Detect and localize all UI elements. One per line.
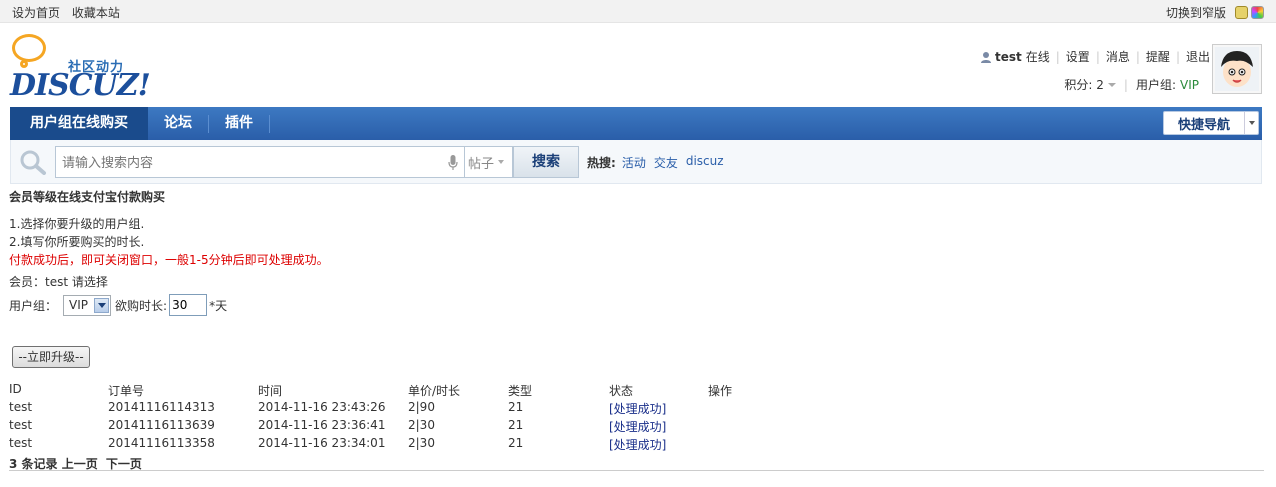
hot-term-link[interactable]: discuz [686, 154, 724, 171]
payment-warning: 付款成功后，即可关闭窗口，一般1-5分钟后即可处理成功。 [9, 253, 329, 267]
order-number: 20141116114313 [108, 400, 215, 414]
upgrade-button[interactable]: --立即升级-- [12, 346, 90, 368]
header: 社区动力 DISCUZ! test 在线 | 设置 | 消息 | 提醒 | 退出… [0, 24, 1276, 106]
column-header: 状态 [609, 384, 634, 398]
chevron-down-icon[interactable] [1244, 112, 1258, 134]
next-page-link[interactable]: 下一页 [106, 457, 142, 471]
page-title: 会员等级在线支付宝付款购买 [9, 190, 166, 204]
separator: | [1175, 49, 1180, 64]
hot-term-link[interactable]: 交友 [654, 154, 678, 171]
quick-nav-label: 快捷导航 [1177, 117, 1230, 133]
separator: | [1055, 49, 1060, 64]
order-status-link[interactable]: [处理成功] [609, 436, 666, 453]
duration-unit: *天 [209, 298, 228, 313]
avatar[interactable] [1212, 44, 1262, 94]
order-type: 21 [508, 418, 524, 432]
column-header: 操作 [708, 384, 733, 398]
search-icon [20, 150, 46, 175]
logo-bubble-icon [12, 34, 46, 62]
order-price: 2|30 [408, 436, 435, 450]
glasses-icon[interactable] [1235, 6, 1248, 19]
top-links: 设为首页 收藏本站 [12, 4, 128, 21]
record-count: 3 条记录 [9, 457, 58, 471]
footer-divider [9, 470, 1264, 471]
chevron-down-icon[interactable] [1107, 82, 1116, 87]
hot-search-label: 热搜: [587, 156, 616, 170]
order-status-link[interactable]: [处理成功] [609, 418, 666, 435]
member-line: 会员：test 请选择 [9, 275, 108, 289]
color-theme-icon[interactable] [1251, 6, 1264, 19]
column-header: 单价/时长 [408, 384, 461, 398]
discuz-logo[interactable]: 社区动力 DISCUZ! [10, 34, 151, 103]
column-header: ID [9, 382, 22, 396]
top-right: 切换到窄版 [1166, 4, 1264, 21]
user-bar: test 在线 | 设置 | 消息 | 提醒 | 退出 [980, 48, 1210, 65]
user-group-label: 用户组: [1135, 78, 1177, 92]
separator: | [1095, 49, 1100, 64]
column-header: 类型 [508, 384, 533, 398]
prev-page-link[interactable]: 上一页 [62, 457, 98, 471]
order-time: 2014-11-16 23:43:26 [258, 400, 386, 414]
order-price: 2|30 [408, 418, 435, 432]
chevron-down-icon [498, 160, 505, 164]
order-number: 20141116113639 [108, 418, 215, 432]
credits-dropdown[interactable]: 积分: 2 [1064, 76, 1104, 93]
avatar-face-icon [1215, 47, 1259, 91]
instruction-step-2: 2.填写你所要购买的时长. [9, 235, 145, 249]
set-home-link[interactable]: 设为首页 [12, 6, 60, 20]
username-link[interactable]: test [995, 50, 1022, 64]
messages-link[interactable]: 消息 [1106, 48, 1130, 65]
order-id: test [9, 436, 33, 450]
hot-term-link[interactable]: 活动 [622, 154, 646, 171]
quick-nav-button[interactable]: 快捷导航 [1163, 111, 1259, 135]
hot-search: 热搜: 活动 交友 discuz [587, 154, 732, 171]
top-bar: 设为首页 收藏本站 切换到窄版 [0, 0, 1276, 23]
nav-divider [269, 115, 270, 133]
search-bar: 帖子 搜索 热搜: 活动 交友 discuz [10, 140, 1262, 184]
user-icon [980, 51, 991, 63]
instruction-step-1: 1.选择你要升级的用户组. [9, 217, 145, 231]
search-type-select[interactable]: 帖子 [465, 146, 513, 178]
group-select-value: VIP [69, 298, 88, 312]
microphone-icon[interactable] [448, 155, 458, 171]
order-id: test [9, 418, 33, 432]
search-button[interactable]: 搜索 [513, 146, 579, 178]
settings-link[interactable]: 设置 [1066, 48, 1090, 65]
group-label: 用户组： [9, 298, 58, 313]
search-input[interactable] [62, 153, 442, 173]
chevron-down-icon[interactable] [94, 297, 110, 313]
order-status-link[interactable]: [处理成功] [609, 400, 666, 417]
column-header: 时间 [258, 384, 283, 398]
nav-item-plugins[interactable]: 插件 [209, 107, 269, 140]
logo-bubble-tail [20, 60, 28, 68]
bookmark-link[interactable]: 收藏本站 [72, 6, 120, 20]
search-type-value: 帖子 [468, 156, 495, 172]
online-status[interactable]: 在线 [1026, 48, 1050, 65]
nav-item-forum[interactable]: 论坛 [148, 107, 208, 140]
order-type: 21 [508, 436, 524, 450]
nav-item-group-purchase[interactable]: 用户组在线购买 [10, 107, 148, 140]
separator: | [1123, 77, 1128, 92]
duration-input[interactable] [169, 294, 208, 316]
duration-label: 欲购时长: [115, 298, 168, 313]
order-time: 2014-11-16 23:36:41 [258, 418, 386, 432]
separator: | [1135, 49, 1140, 64]
order-id: test [9, 400, 33, 414]
column-header: 订单号 [108, 384, 145, 398]
search-box [55, 146, 465, 178]
main-nav: 用户组在线购买 论坛 插件 快捷导航 [10, 107, 1262, 140]
group-select[interactable]: VIP [63, 294, 112, 316]
user-group-value[interactable]: VIP [1180, 78, 1199, 92]
purchase-form: 用户组： VIP 欲购时长: *天 [9, 294, 227, 316]
logo-brand: DISCUZ! [10, 68, 151, 103]
order-type: 21 [508, 400, 524, 414]
credit-bar: 积分: 2 | 用户组: VIP [1064, 76, 1199, 93]
order-number: 20141116113358 [108, 436, 215, 450]
order-time: 2014-11-16 23:34:01 [258, 436, 386, 450]
order-price: 2|90 [408, 400, 435, 414]
switch-width-link[interactable]: 切换到窄版 [1166, 4, 1226, 21]
logout-link[interactable]: 退出 [1186, 48, 1210, 65]
notifications-link[interactable]: 提醒 [1146, 48, 1170, 65]
